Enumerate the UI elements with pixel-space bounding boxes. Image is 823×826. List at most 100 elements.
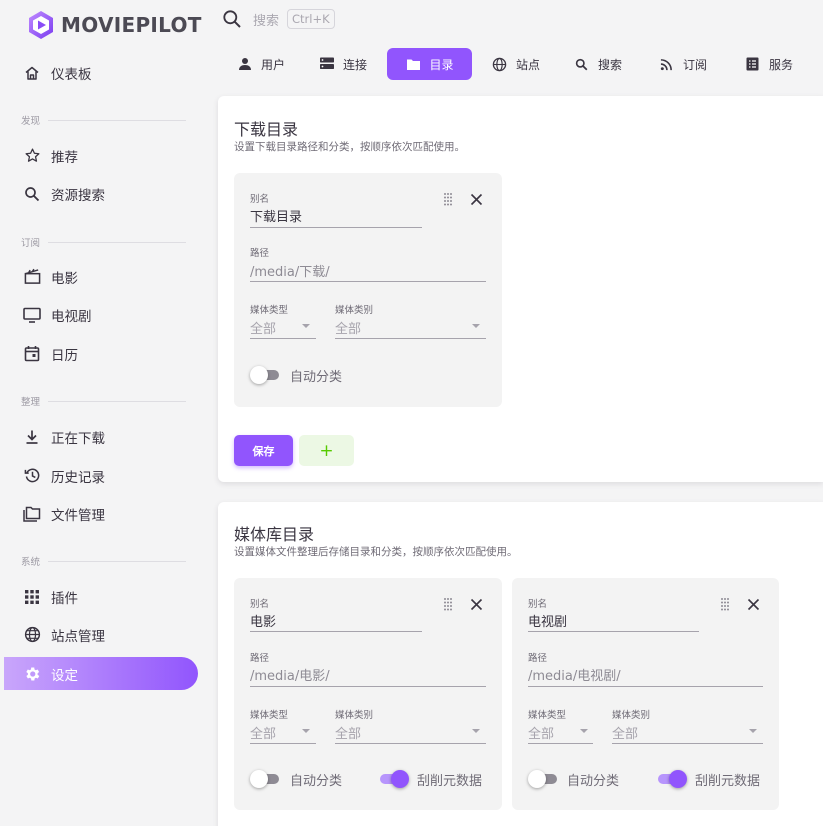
top-bar: 搜索 Ctrl+K (210, 0, 823, 40)
directory-item: 别名 下载目录 路径 /media/下载/ 媒体类型 全部 媒体类别 全部 自动… (234, 173, 502, 407)
section-subtitle: 设置媒体文件整理后存储目录和分类，按顺序依次匹配使用。 (234, 546, 518, 558)
media-type-select[interactable]: 全部 (250, 318, 276, 337)
global-search[interactable]: 搜索 Ctrl+K (222, 9, 335, 29)
user-icon (237, 56, 253, 72)
path-label: 路径 (528, 653, 548, 664)
globe-icon (22, 625, 42, 645)
path-underline (250, 686, 486, 687)
nav-recommend[interactable]: 推荐 (4, 139, 198, 172)
nav-file-manager[interactable]: 文件管理 (4, 497, 198, 530)
alias-label: 别名 (250, 194, 270, 205)
nav-movie-label: 电影 (51, 270, 78, 287)
tab-subscribe[interactable]: 订阅 (645, 48, 721, 80)
media-type-label: 媒体类型 (250, 710, 289, 721)
media-category-label: 媒体类别 (335, 305, 374, 316)
section-subtitle: 设置下载目录路径和分类，按顺序依次匹配使用。 (234, 141, 465, 153)
chevron-down-icon (472, 324, 480, 328)
auto-category-toggle[interactable] (250, 365, 282, 385)
media-category-underline (335, 743, 486, 744)
sidebar: MOVIEPILOT 仪表板 发现 推荐 资源搜索 订阅 电影 电视剧 日历 整… (0, 0, 210, 826)
nav-movie[interactable]: 电影 (4, 260, 198, 293)
tab-users[interactable]: 用户 (223, 48, 299, 80)
search-icon (574, 56, 590, 72)
nav-plugins[interactable]: 插件 (4, 580, 198, 613)
nav-resource-search[interactable]: 资源搜索 (4, 177, 198, 210)
media-type-select[interactable]: 全部 (250, 723, 276, 742)
close-icon[interactable] (745, 596, 761, 612)
nav-resource-search-label: 资源搜索 (51, 187, 105, 204)
path-underline (250, 281, 486, 282)
path-input[interactable]: /media/下载/ (250, 261, 330, 280)
section-subscribe: 订阅 (0, 236, 186, 249)
tab-label: 用户 (260, 57, 285, 72)
app-logo[interactable]: MOVIEPILOT (26, 9, 202, 41)
scrape-metadata-toggle[interactable] (655, 769, 687, 789)
nav-calendar-label: 日历 (51, 347, 78, 364)
nav-dashboard-label: 仪表板 (51, 66, 92, 83)
drag-handle-icon[interactable] (717, 596, 733, 612)
alias-input[interactable]: 电视剧 (528, 611, 567, 630)
tab-sites[interactable]: 站点 (478, 48, 554, 80)
section-organize: 整理 (0, 395, 186, 408)
globe-icon (492, 56, 508, 72)
tab-connection[interactable]: 连接 (305, 48, 381, 80)
nav-recommend-label: 推荐 (51, 149, 78, 166)
tab-search[interactable]: 搜索 (560, 48, 636, 80)
nav-tv[interactable]: 电视剧 (4, 298, 198, 331)
nav-history[interactable]: 历史记录 (4, 459, 198, 492)
alias-underline (528, 631, 699, 632)
app-name: MOVIEPILOT (61, 13, 202, 37)
server-icon (319, 56, 335, 72)
tv-icon (22, 305, 42, 325)
auto-category-label: 自动分类 (290, 370, 343, 385)
path-input[interactable]: /media/电影/ (250, 665, 330, 684)
auto-category-toggle[interactable] (250, 769, 282, 789)
tab-services[interactable]: 服务 (731, 48, 807, 80)
media-type-underline (250, 743, 316, 744)
drag-handle-icon[interactable] (440, 596, 456, 612)
close-icon[interactable] (468, 191, 484, 207)
media-type-label: 媒体类型 (250, 305, 289, 316)
media-category-label: 媒体类别 (612, 710, 651, 721)
drag-handle-icon[interactable] (440, 191, 456, 207)
path-underline (528, 686, 763, 687)
nav-calendar[interactable]: 日历 (4, 337, 198, 370)
logo-icon (26, 10, 56, 40)
search-icon (22, 184, 42, 204)
add-directory-button[interactable]: + (299, 435, 354, 466)
nav-downloading[interactable]: 正在下载 (4, 420, 198, 453)
apps-icon (22, 587, 42, 607)
app-root: MOVIEPILOT 仪表板 发现 推荐 资源搜索 订阅 电影 电视剧 日历 整… (0, 0, 823, 826)
search-icon (222, 9, 242, 29)
nav-tv-label: 电视剧 (51, 308, 92, 325)
search-shortcut: Ctrl+K (287, 9, 335, 29)
tab-directory[interactable]: 目录 (387, 48, 472, 80)
section-title: 系统 (21, 557, 41, 568)
section-system: 系统 (0, 555, 186, 568)
folder-icon (22, 504, 42, 524)
alias-input[interactable]: 电影 (250, 611, 276, 630)
auto-category-label: 自动分类 (567, 774, 620, 789)
media-type-select[interactable]: 全部 (528, 723, 554, 742)
scrape-metadata-toggle[interactable] (377, 769, 409, 789)
section-discover: 发现 (0, 114, 186, 127)
nav-plugins-label: 插件 (51, 590, 78, 607)
save-button[interactable]: 保存 (234, 435, 293, 466)
media-type-label: 媒体类型 (528, 710, 567, 721)
path-input[interactable]: /media/电视剧/ (528, 665, 621, 684)
section-title: 媒体库目录 (234, 525, 315, 544)
nav-settings[interactable]: 设定 (4, 657, 198, 690)
nav-dashboard[interactable]: 仪表板 (4, 56, 198, 89)
media-category-select[interactable]: 全部 (335, 723, 361, 742)
media-category-select[interactable]: 全部 (335, 318, 361, 337)
chevron-down-icon (302, 729, 310, 733)
alias-input[interactable]: 下载目录 (250, 206, 302, 225)
chevron-down-icon (749, 729, 757, 733)
chevron-down-icon (472, 729, 480, 733)
section-title: 发现 (21, 116, 41, 127)
auto-category-label: 自动分类 (290, 774, 343, 789)
media-category-select[interactable]: 全部 (612, 723, 638, 742)
close-icon[interactable] (468, 596, 484, 612)
auto-category-toggle[interactable] (528, 769, 560, 789)
nav-site-manager[interactable]: 站点管理 (4, 618, 198, 651)
